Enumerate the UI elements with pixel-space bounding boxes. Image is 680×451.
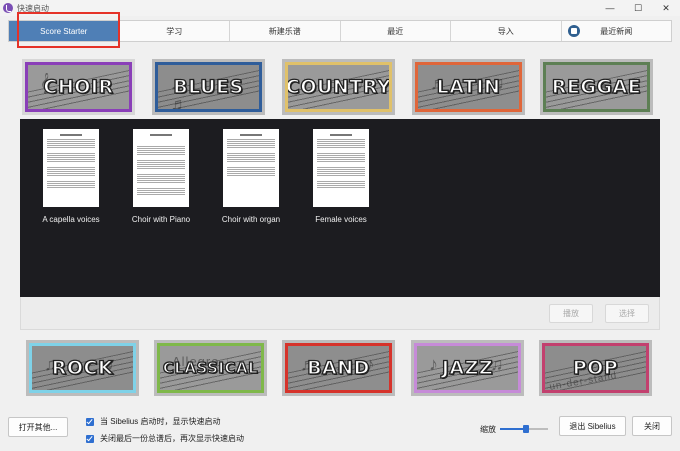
- maximize-button[interactable]: ☐: [624, 0, 652, 16]
- score-thumbnail: [223, 129, 279, 207]
- genre-tile-blues[interactable]: ♫ ♩ ♬ BLUES: [152, 59, 265, 115]
- tab-bar: Score Starter 学习 新建乐谱 最近 导入 最近新闻: [8, 20, 672, 42]
- zoom-slider-handle[interactable]: [523, 425, 530, 433]
- genre-label: REGGAE: [551, 75, 642, 98]
- genre-tile-jazz[interactable]: ♪ ♩ ♫ JAZZ: [411, 340, 524, 396]
- genre-tile-latin-art: ♬ ♪ ♫ LATIN: [415, 62, 522, 112]
- genre-tile-reggae-art: ♩ ♬ ♪ REGGAE: [543, 62, 650, 112]
- template-label: A capella voices: [42, 215, 100, 224]
- genre-row-bottom: ♫ ♪ ♬ ROCK Allegro ♩ CLASSICAL ♬ ♫ ♪ BAN…: [22, 340, 658, 396]
- template-item-female-voices[interactable]: Female voices: [296, 129, 386, 224]
- tab-latest-news[interactable]: 最近新闻: [562, 21, 672, 41]
- genre-tile-latin[interactable]: ♬ ♪ ♫ LATIN: [412, 59, 525, 115]
- genre-tile-rock-art: ♫ ♪ ♬ ROCK: [29, 343, 136, 393]
- tab-score-starter[interactable]: Score Starter: [9, 21, 120, 41]
- show-on-start-option[interactable]: 当 Sibelius 启动时，显示快速启动: [86, 416, 220, 427]
- show-on-start-label: 当 Sibelius 启动时，显示快速启动: [100, 417, 221, 426]
- sibelius-app-icon: [3, 3, 13, 13]
- genre-tile-classical-art: Allegro ♩ CLASSICAL: [157, 343, 264, 393]
- tab-import[interactable]: 导入: [451, 21, 562, 41]
- show-after-close-label: 关闭最后一份总谱后，再次显示快速启动: [100, 434, 244, 443]
- genre-label: CHOIR: [43, 75, 114, 98]
- genre-label: BLUES: [173, 75, 244, 98]
- window-title: 快速启动: [17, 3, 49, 13]
- quit-sibelius-button[interactable]: 退出 Sibelius: [559, 416, 626, 436]
- genre-label: CLASSICAL: [162, 358, 259, 377]
- genre-label: BAND: [306, 356, 370, 379]
- close-button[interactable]: 关闭: [632, 416, 672, 436]
- template-item-choir-organ[interactable]: Choir with organ: [206, 129, 296, 224]
- template-item-a-capella[interactable]: A capella voices: [26, 129, 116, 224]
- genre-tile-blues-art: ♫ ♩ ♬ BLUES: [155, 62, 262, 112]
- news-icon: [567, 25, 580, 37]
- play-button[interactable]: 播放: [549, 304, 593, 323]
- window-controls: — ☐ ✕: [596, 0, 680, 16]
- tab-recent[interactable]: 最近: [341, 21, 451, 41]
- tab-learn[interactable]: 学习: [120, 21, 230, 41]
- score-thumbnail: [43, 129, 99, 207]
- action-bar: 播放 选择: [20, 297, 660, 330]
- template-label: Choir with organ: [221, 215, 281, 224]
- score-thumbnail: [133, 129, 189, 207]
- genre-tile-choir-art: 𝄞 ♩ ♪ CHOIR: [25, 62, 132, 112]
- genre-tile-band-art: ♬ ♫ ♪ BAND: [285, 343, 392, 393]
- template-label: Female voices: [315, 215, 367, 224]
- genre-row-top: 𝄞 ♩ ♪ CHOIR ♫ ♩ ♬ BLUES ♪ ♫ ♩ COUNTRY ♬ …: [22, 59, 658, 115]
- genre-label: POP: [572, 356, 619, 379]
- genre-tile-country-art: ♪ ♫ ♩ COUNTRY: [285, 62, 392, 112]
- genre-tile-classical[interactable]: Allegro ♩ CLASSICAL: [154, 340, 267, 396]
- template-item-choir-piano[interactable]: Choir with Piano: [116, 129, 206, 224]
- score-thumbnail: [313, 129, 369, 207]
- minimize-button[interactable]: —: [596, 0, 624, 16]
- template-label: Choir with Piano: [131, 215, 191, 224]
- genre-label: LATIN: [436, 75, 501, 98]
- template-panel: A capella voices Choir with Piano Choir …: [20, 119, 660, 297]
- select-button[interactable]: 选择: [605, 304, 649, 323]
- zoom-slider[interactable]: [500, 425, 548, 433]
- checkbox-checked-icon[interactable]: [86, 417, 94, 426]
- checkbox-checked-icon[interactable]: [86, 434, 94, 443]
- genre-tile-pop[interactable]: un-der-stand POP: [539, 340, 652, 396]
- genre-tile-pop-art: un-der-stand POP: [542, 343, 649, 393]
- zoom-label: 缩放: [480, 425, 496, 434]
- title-bar: 快速启动 — ☐ ✕: [0, 0, 680, 16]
- tab-latest-news-label: 最近新闻: [600, 26, 633, 36]
- genre-tile-jazz-art: ♪ ♩ ♫ JAZZ: [414, 343, 521, 393]
- tab-new-score[interactable]: 新建乐谱: [230, 21, 341, 41]
- genre-tile-country[interactable]: ♪ ♫ ♩ COUNTRY: [282, 59, 395, 115]
- genre-label: COUNTRY: [285, 75, 392, 98]
- genre-label: JAZZ: [441, 356, 494, 379]
- show-after-close-option[interactable]: 关闭最后一份总谱后，再次显示快速启动: [86, 433, 244, 444]
- genre-tile-rock[interactable]: ♫ ♪ ♬ ROCK: [26, 340, 139, 396]
- open-other-button[interactable]: 打开其他...: [8, 417, 68, 437]
- genre-label: ROCK: [51, 356, 114, 379]
- genre-tile-band[interactable]: ♬ ♫ ♪ BAND: [282, 340, 395, 396]
- genre-tile-reggae[interactable]: ♩ ♬ ♪ REGGAE: [540, 59, 653, 115]
- close-window-button[interactable]: ✕: [652, 0, 680, 16]
- genre-tile-choir[interactable]: 𝄞 ♩ ♪ CHOIR: [22, 59, 135, 115]
